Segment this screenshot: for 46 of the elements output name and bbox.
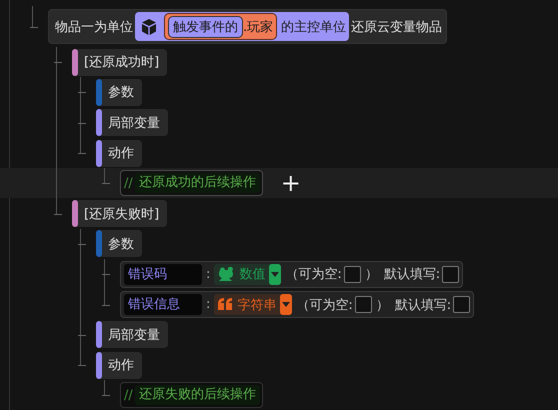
event-chip[interactable]: 触发事件的 .玩家 — [164, 13, 278, 40]
parameter-block[interactable]: 错误码 : 数值 （可为空: ） 默认填写: — [120, 260, 464, 288]
statement-text: 还原云变量物品 — [351, 18, 442, 36]
nullable-checkbox[interactable] — [344, 266, 361, 283]
comment-field[interactable]: 还原失败的后续操作 — [134, 385, 260, 406]
statement-block[interactable]: 物品一为单位 触发事件的 .玩家 的主控单位 还原云变量物品 — [48, 9, 448, 44]
section-header[interactable]: 参数 — [96, 230, 142, 258]
section-header[interactable]: 参数 — [96, 78, 142, 106]
bracket-text: ） — [376, 296, 389, 314]
comment-block[interactable]: // 还原失败的后续操作 — [120, 382, 263, 408]
nullable-label: （可为空: — [296, 296, 353, 314]
default-checkbox[interactable] — [453, 296, 470, 314]
colon-text: : — [206, 297, 210, 312]
colon-text: : — [206, 266, 210, 282]
unit-chip[interactable]: 触发事件的 .玩家 的主控单位 — [135, 12, 350, 41]
comment-marker: // — [123, 388, 134, 403]
section-header[interactable]: 局部变量 — [96, 109, 168, 136]
type-selector[interactable]: 数值 — [214, 264, 282, 285]
unit-text: 的主控单位 — [281, 18, 346, 36]
event-label[interactable]: 触发事件的 — [168, 16, 243, 38]
section-header[interactable]: [还原失败时] — [72, 200, 168, 228]
default-label: 默认填写: — [384, 266, 440, 284]
section-header[interactable]: 局部变量 — [96, 321, 168, 348]
default-checkbox[interactable] — [442, 266, 460, 283]
frog-icon — [217, 266, 236, 282]
nullable-label: （可为空: — [285, 266, 342, 284]
dropdown-icon[interactable] — [280, 294, 292, 316]
nullable-checkbox[interactable] — [354, 296, 372, 314]
parameter-block[interactable]: 错误信息 : 字符串 （可为空: ） 默认填写: — [120, 291, 474, 318]
default-label: 默认填写: — [394, 296, 452, 314]
cube-icon — [140, 18, 158, 36]
section-header[interactable]: 动作 — [96, 352, 142, 379]
comment-block[interactable]: // 还原成功的后续操作 — [120, 170, 263, 196]
name-field[interactable]: 错误信息 — [124, 294, 202, 316]
comment-field[interactable]: 还原成功的后续操作 — [134, 173, 260, 194]
quote-icon — [217, 297, 234, 312]
section-header[interactable]: [还原成功时] — [72, 48, 168, 76]
comment-marker: // — [123, 176, 134, 191]
add-button[interactable]: + — [276, 171, 305, 196]
statement-text: 物品一为单位 — [55, 18, 133, 36]
bracket-text: ） — [364, 266, 378, 284]
dropdown-icon[interactable] — [269, 264, 282, 285]
type-selector[interactable]: 字符串 — [214, 294, 292, 316]
name-field[interactable]: 错误码 — [124, 264, 202, 285]
section-header[interactable]: 动作 — [96, 140, 142, 167]
field-text: .玩家 — [243, 18, 274, 36]
